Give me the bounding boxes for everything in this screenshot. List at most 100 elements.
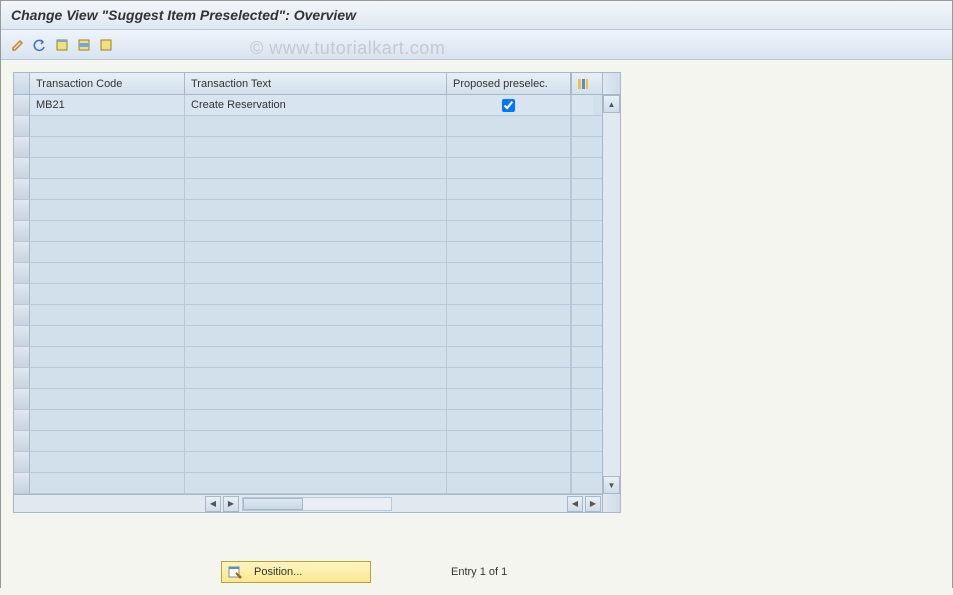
- hscroll-thumb[interactable]: [243, 498, 303, 510]
- position-button[interactable]: Position...: [221, 561, 371, 583]
- cell-empty[interactable]: [447, 410, 571, 430]
- cell-empty[interactable]: [447, 158, 571, 178]
- row-selector[interactable]: [14, 221, 30, 241]
- scroll-right-end-button[interactable]: ▶: [585, 496, 601, 512]
- cell-empty[interactable]: [447, 452, 571, 472]
- cell-empty[interactable]: [30, 347, 185, 367]
- vscroll-track[interactable]: [603, 113, 620, 476]
- cell-empty[interactable]: [447, 116, 571, 136]
- row-selector[interactable]: [14, 410, 30, 430]
- scroll-right-button[interactable]: ▶: [223, 496, 239, 512]
- preselec-checkbox[interactable]: [502, 99, 515, 112]
- cell-empty[interactable]: [447, 200, 571, 220]
- table-config-button[interactable]: [571, 73, 593, 94]
- column-header-tcode[interactable]: Transaction Code: [30, 73, 185, 94]
- cell-empty[interactable]: [30, 242, 185, 262]
- scroll-left-button[interactable]: ◀: [205, 496, 221, 512]
- deselect-all-button[interactable]: [97, 36, 115, 54]
- row-selector[interactable]: [14, 242, 30, 262]
- row-selector[interactable]: [14, 305, 30, 325]
- cell-empty[interactable]: [30, 221, 185, 241]
- cell-empty[interactable]: [185, 389, 447, 409]
- table-row-empty: [14, 116, 602, 137]
- column-header-ttext[interactable]: Transaction Text: [185, 73, 447, 94]
- cell-empty[interactable]: [185, 137, 447, 157]
- row-selector[interactable]: [14, 389, 30, 409]
- row-selector-header[interactable]: [14, 73, 30, 94]
- cell-empty[interactable]: [185, 284, 447, 304]
- cell-empty[interactable]: [30, 200, 185, 220]
- cell-empty[interactable]: [30, 158, 185, 178]
- row-selector[interactable]: [14, 263, 30, 283]
- column-header-preselec[interactable]: Proposed preselec.: [447, 73, 571, 94]
- cell-empty[interactable]: [185, 368, 447, 388]
- cell-empty[interactable]: [185, 410, 447, 430]
- row-selector[interactable]: [14, 116, 30, 136]
- cell-empty[interactable]: [185, 200, 447, 220]
- cell-empty[interactable]: [185, 347, 447, 367]
- row-selector[interactable]: [14, 452, 30, 472]
- cell-empty[interactable]: [30, 116, 185, 136]
- row-selector[interactable]: [14, 158, 30, 178]
- row-selector[interactable]: [14, 326, 30, 346]
- cell-empty[interactable]: [30, 473, 185, 493]
- cell-empty[interactable]: [30, 389, 185, 409]
- cell-empty[interactable]: [30, 137, 185, 157]
- cell-empty[interactable]: [447, 137, 571, 157]
- row-selector[interactable]: [14, 347, 30, 367]
- table-row-empty: [14, 158, 602, 179]
- cell-empty[interactable]: [30, 263, 185, 283]
- select-block-button[interactable]: [75, 36, 93, 54]
- cell-empty[interactable]: [185, 473, 447, 493]
- cell-empty[interactable]: [447, 326, 571, 346]
- cell-empty[interactable]: [447, 347, 571, 367]
- change-button[interactable]: [9, 36, 27, 54]
- cell-empty[interactable]: [30, 431, 185, 451]
- cell-empty[interactable]: [447, 284, 571, 304]
- cell-empty[interactable]: [185, 431, 447, 451]
- scroll-down-button[interactable]: ▼: [603, 476, 620, 494]
- row-selector[interactable]: [14, 431, 30, 451]
- scroll-left-end-button[interactable]: ◀: [567, 496, 583, 512]
- table-row-empty: [14, 473, 602, 494]
- cell-empty[interactable]: [447, 263, 571, 283]
- row-selector[interactable]: [14, 473, 30, 493]
- cell-empty[interactable]: [30, 326, 185, 346]
- cell-empty[interactable]: [447, 431, 571, 451]
- cell-empty[interactable]: [30, 452, 185, 472]
- row-selector[interactable]: [14, 284, 30, 304]
- cell-empty[interactable]: [30, 305, 185, 325]
- cell-empty[interactable]: [30, 284, 185, 304]
- cell-empty[interactable]: [185, 263, 447, 283]
- row-selector[interactable]: [14, 95, 30, 115]
- cell-empty[interactable]: [447, 221, 571, 241]
- cell-preselec[interactable]: [447, 95, 571, 115]
- cell-empty[interactable]: [447, 305, 571, 325]
- cell-empty[interactable]: [185, 242, 447, 262]
- select-all-button[interactable]: [53, 36, 71, 54]
- cell-empty[interactable]: [185, 158, 447, 178]
- cell-empty[interactable]: [447, 389, 571, 409]
- cell-empty[interactable]: [185, 452, 447, 472]
- cell-empty[interactable]: [30, 179, 185, 199]
- cell-empty[interactable]: [447, 368, 571, 388]
- row-selector[interactable]: [14, 368, 30, 388]
- cell-empty[interactable]: [185, 179, 447, 199]
- cell-empty[interactable]: [447, 179, 571, 199]
- cell-empty[interactable]: [185, 221, 447, 241]
- row-selector[interactable]: [14, 179, 30, 199]
- scroll-up-button[interactable]: ▲: [603, 95, 620, 113]
- cell-empty[interactable]: [30, 410, 185, 430]
- hscroll-track[interactable]: [242, 497, 392, 511]
- cell-empty[interactable]: [185, 305, 447, 325]
- row-selector[interactable]: [14, 137, 30, 157]
- row-selector[interactable]: [14, 200, 30, 220]
- undo-button[interactable]: [31, 36, 49, 54]
- cell-empty[interactable]: [185, 116, 447, 136]
- cell-tcode[interactable]: MB21: [30, 95, 185, 115]
- cell-empty[interactable]: [30, 368, 185, 388]
- cell-empty[interactable]: [447, 473, 571, 493]
- cell-empty[interactable]: [447, 242, 571, 262]
- cell-ttext[interactable]: Create Reservation: [185, 95, 447, 115]
- cell-empty[interactable]: [185, 326, 447, 346]
